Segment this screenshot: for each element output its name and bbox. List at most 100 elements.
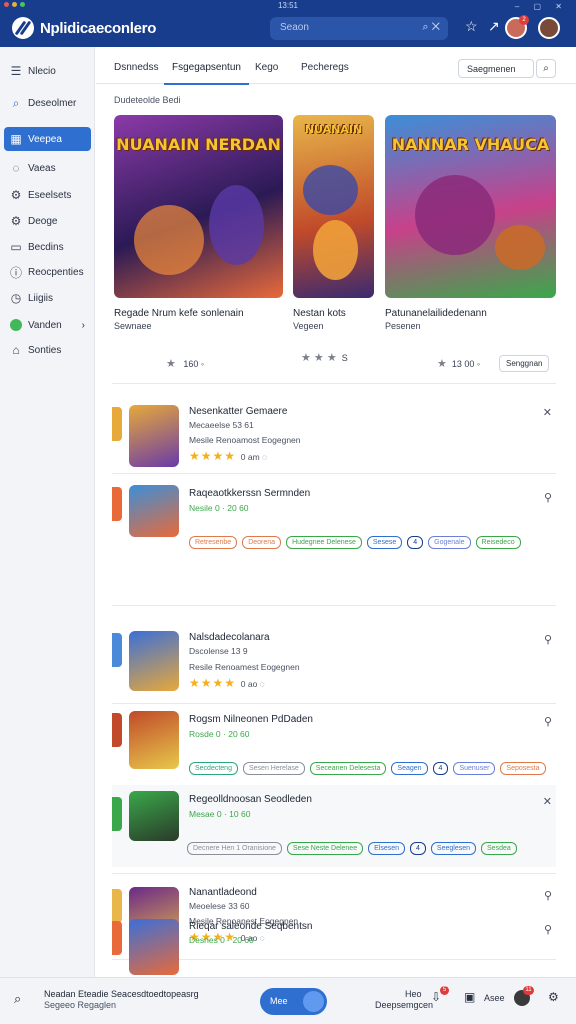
game-thumbnail xyxy=(129,631,179,691)
pin-icon[interactable]: ⚲ xyxy=(544,491,552,504)
sidebar-item-settings[interactable]: ⚙ Eseelsets xyxy=(4,183,91,207)
sidebar-item-discover[interactable]: ⌕ Deseolmer xyxy=(4,91,91,115)
item-subtitle: Desnes 0 · 20 60 xyxy=(189,935,254,945)
menu-icon: ☰ xyxy=(10,64,22,78)
card-rating: ★ 160 ◦ xyxy=(166,358,205,370)
item-title: Regeolldnoosan Seodleden xyxy=(189,794,312,805)
list-item[interactable]: Nesenkatter Gemaere Mecaeelse 53 61 Mesi… xyxy=(112,403,556,469)
featured-card[interactable]: NANNAR VHAUCA Patunanelailidedenann Pese… xyxy=(385,115,556,377)
tag-chip[interactable]: Gogenale xyxy=(428,536,471,549)
search-icon[interactable]: ⌕ xyxy=(536,59,556,78)
pin-icon[interactable]: ⚲ xyxy=(544,715,552,728)
share-icon[interactable]: ↗ xyxy=(488,18,500,35)
list-item[interactable]: Nalsdadecolanara Dscolense 13 9 Resile R… xyxy=(112,583,556,691)
item-subtitle: Mecaeelse 53 61 xyxy=(189,420,254,430)
info-icon: ⓘ xyxy=(9,265,22,280)
thumbnail-peek xyxy=(112,407,122,441)
featured-card[interactable]: NUANAIN Nestan kots Vegeen ★ ★ ★ S xyxy=(293,115,374,377)
sidebar-item-logs[interactable]: ◷ Liigiis xyxy=(4,286,91,310)
bottom-item-heo[interactable]: Heo xyxy=(405,989,422,999)
close-icon[interactable]: ✕ xyxy=(543,406,552,419)
tag-chip[interactable]: Deorena xyxy=(242,536,282,549)
sidebar-item-becdins[interactable]: ▭ Becdins xyxy=(4,235,91,259)
tag-chip[interactable]: Secdecteng xyxy=(189,762,238,775)
tag-chip[interactable]: Hudegnee Delenese xyxy=(286,536,362,549)
list-item[interactable]: Rieqar saleonde Seqbentsn Desnes 0 · 20 … xyxy=(112,917,556,975)
card-title: Nestan kots xyxy=(293,308,346,319)
window-buttons[interactable]: – ▢ ✕ xyxy=(515,2,568,11)
sidebar-item-label: Deseolmer xyxy=(28,97,77,109)
settings-icon[interactable]: ⚙ xyxy=(548,990,559,1004)
tab-kego[interactable]: Kego xyxy=(255,62,278,73)
sidebar-item-home[interactable]: ☰ Nlecio xyxy=(4,59,91,83)
item-title: Rieqar saleonde Seqbentsn xyxy=(189,921,313,932)
window-icon[interactable]: ▣ xyxy=(464,990,475,1004)
tag-chip[interactable]: 4 xyxy=(432,762,449,775)
tab-pecheregs[interactable]: Pecheregs xyxy=(301,62,349,73)
tag-chip[interactable]: Reisedeco xyxy=(475,536,521,549)
avatar[interactable]: 2 xyxy=(505,15,529,39)
notification-badge: 2 xyxy=(519,15,529,25)
divider xyxy=(112,473,556,474)
app-logo-icon xyxy=(12,17,34,39)
download-icon[interactable]: ⇩ 5 xyxy=(431,986,449,1004)
sidebar-item-deoge[interactable]: ⚙ Deoge xyxy=(4,209,91,233)
tag-chip[interactable]: Sesen Herelase xyxy=(242,762,305,775)
tab-active[interactable]: Fsgegapsentun xyxy=(164,62,249,85)
tag-chip[interactable]: Suenuser xyxy=(453,762,496,775)
status-text: Neadan Eteadie Seacesdtoedtopeasrg xyxy=(44,989,199,999)
close-icon[interactable]: ✕ xyxy=(543,795,552,808)
item-rating: ★★★★ 0 am ◌ xyxy=(189,449,268,463)
pin-icon[interactable]: ⚲ xyxy=(544,889,552,902)
sidebar-item-label: Nlecio xyxy=(28,65,56,77)
sidebar-item-properties[interactable]: ⓘ Reocpenties xyxy=(4,260,91,284)
tag-chip[interactable]: Seceanen Delesesta xyxy=(309,762,387,775)
profile-avatar[interactable] xyxy=(538,17,560,39)
tag-chip[interactable]: Sesese xyxy=(366,536,403,549)
item-title: Raqeaotkkerssn Sermnden xyxy=(189,488,311,499)
app-title: Nplidicaeconlero xyxy=(40,20,157,37)
list-item[interactable]: Nanantladeond Meoelese 33 60 Mesile Reno… xyxy=(112,837,556,949)
bottom-bar: ⌕ Neadan Eteadie Seacesdtoedtopeasrg Seg… xyxy=(0,977,576,1024)
game-thumbnail xyxy=(129,791,179,841)
sidebar-item-sonties[interactable]: ⌂ Sonties xyxy=(4,338,91,362)
top-search-input[interactable]: Seaon ⌕ ✕ xyxy=(270,17,448,40)
box-icon: ▭ xyxy=(10,240,22,254)
sidebar-item-messages[interactable]: ◌ Vaeas xyxy=(4,156,91,180)
top-search-placeholder: Seaon xyxy=(280,22,309,33)
section-label: Dudeteolde Bedi xyxy=(114,95,181,105)
card-rating: ★ 13 00 ◦ xyxy=(437,358,481,370)
star-icon[interactable]: ☆ xyxy=(465,18,478,35)
tab-dsnnedss[interactable]: Dsnnedss xyxy=(114,62,158,73)
card-action-button[interactable]: Senggnan xyxy=(499,355,550,372)
primary-action-button[interactable]: Mee xyxy=(260,988,327,1015)
bottom-item-asee[interactable]: Asee xyxy=(484,993,505,1003)
search-icon[interactable]: ⌕ xyxy=(14,991,21,1007)
thumbnail-peek xyxy=(112,921,122,955)
tab-search-input[interactable]: Saegmenen xyxy=(458,59,534,78)
tag-chip[interactable]: Seagen xyxy=(391,762,428,775)
featured-card[interactable]: NUANAIN NERDAN Regade Nrum kefe sonlenai… xyxy=(114,115,283,377)
sidebar-item-label: Liigiis xyxy=(28,292,54,304)
sidebar-item-label: Vanden xyxy=(28,319,62,331)
avatar[interactable]: 11 xyxy=(514,986,534,1006)
pin-icon[interactable]: ⚲ xyxy=(544,923,552,936)
card-rating: ★ ★ ★ S xyxy=(301,352,348,364)
list-item[interactable]: Rogsm Nilneonen PdDaden Rosde 0 · 20 60 … xyxy=(112,709,556,779)
list-item[interactable]: Raqeaotkkerssn Sermnden Nesile 0 · 20 60… xyxy=(112,481,556,551)
main-content: Dsnnedss Fsgegapsentun Kego Pecheregs Sa… xyxy=(96,47,576,977)
tag-chip[interactable]: 4 xyxy=(407,536,424,549)
game-thumbnail xyxy=(129,405,179,467)
item-subtitle: Mesae 0 · 10 60 xyxy=(189,809,251,819)
sidebar-item-vanden[interactable]: Vanden › xyxy=(4,313,91,337)
gear-icon: ⚙ xyxy=(10,188,22,202)
gear-icon: ⚙ xyxy=(10,214,22,228)
game-cover-image: NUANAIN NERDAN xyxy=(114,115,283,298)
tag-chip[interactable]: Retresenbe xyxy=(189,536,238,549)
pin-icon[interactable]: ⚲ xyxy=(544,633,552,646)
tag-chip[interactable]: Seposesta xyxy=(500,762,546,775)
sidebar-item-label: Deoge xyxy=(28,215,58,227)
sidebar-item-library[interactable]: ▦ Veepea xyxy=(4,127,91,151)
chat-icon: ◌ xyxy=(12,161,20,175)
bottom-item-deepsemgcen[interactable]: Deepsemgcen xyxy=(375,1000,433,1010)
